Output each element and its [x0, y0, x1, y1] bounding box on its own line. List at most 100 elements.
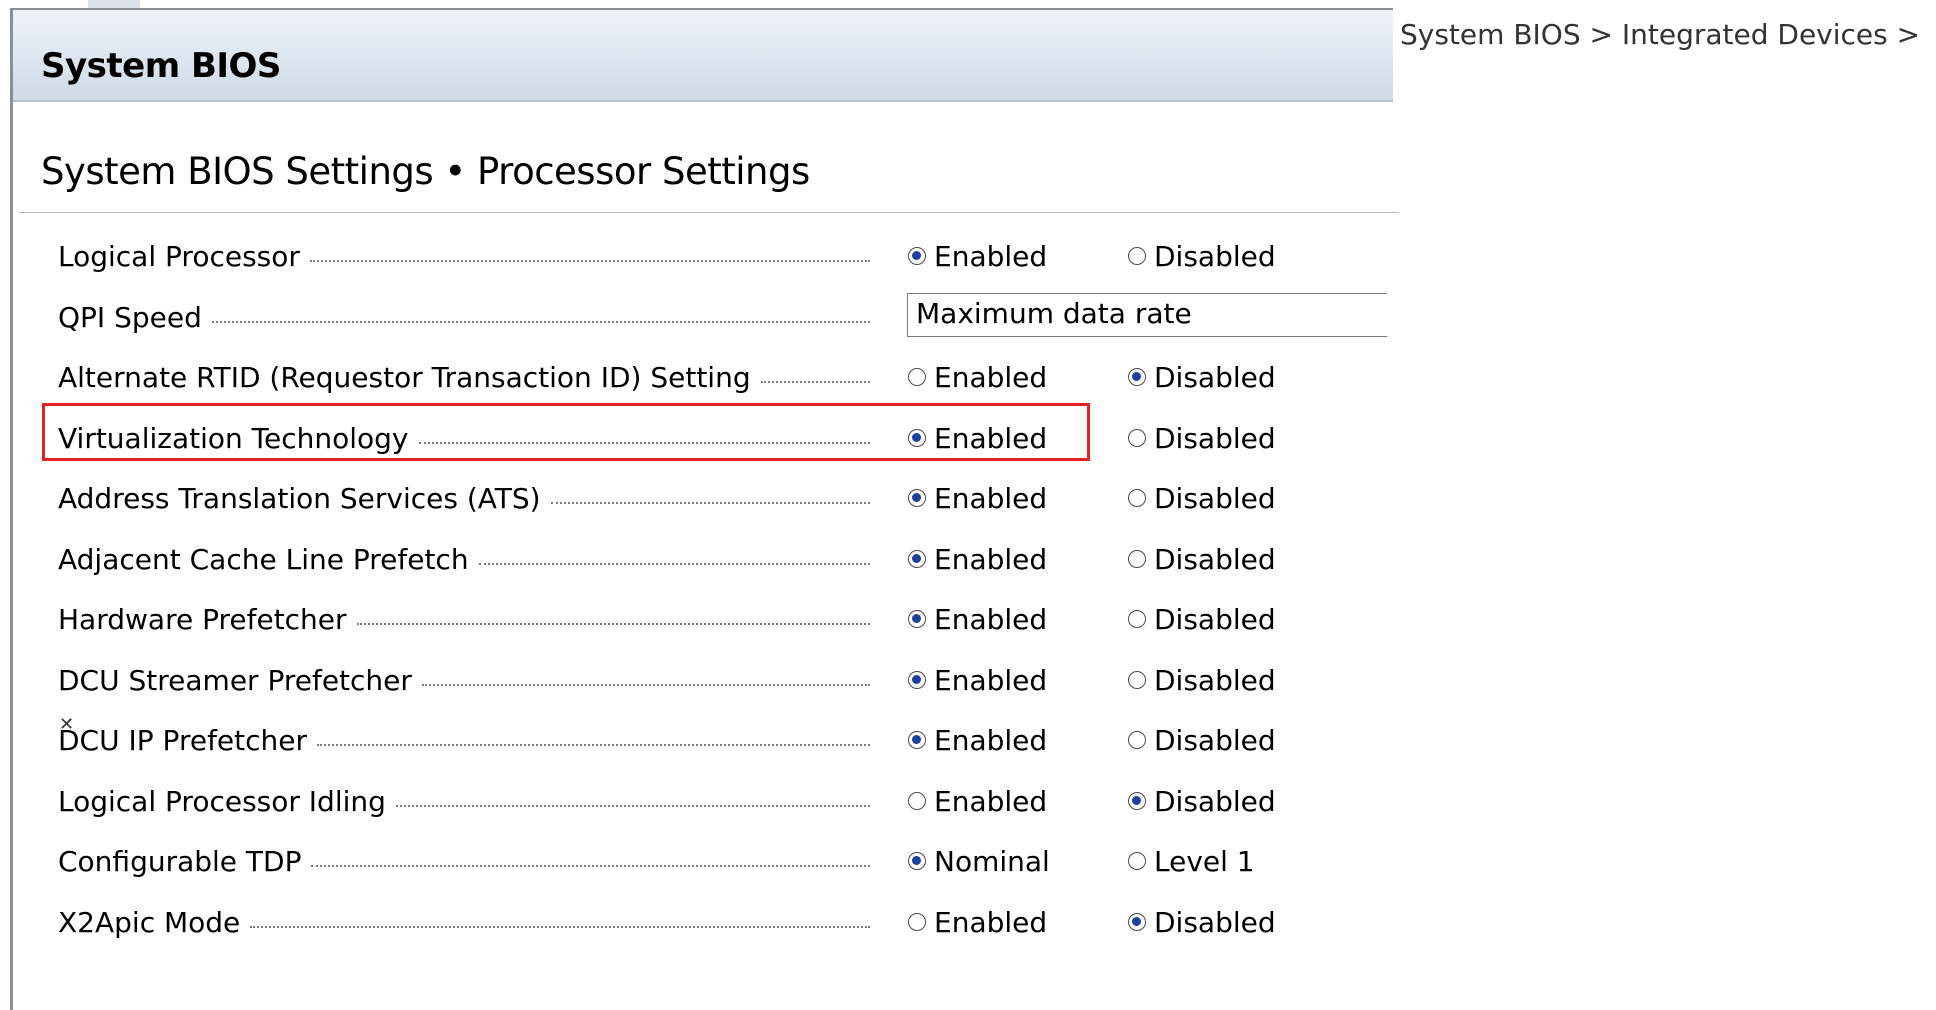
- radio-unchecked-icon[interactable]: [1128, 610, 1146, 628]
- radio-option[interactable]: Nominal: [908, 841, 1050, 881]
- radio-checked-icon[interactable]: [908, 489, 926, 507]
- radio-unchecked-icon[interactable]: [1128, 852, 1146, 870]
- radio-option-label: Enabled: [934, 905, 1048, 939]
- radio-option[interactable]: Enabled: [908, 902, 1047, 942]
- radio-option[interactable]: Enabled: [908, 478, 1047, 518]
- setting-row: Adjacent Cache Line Prefetch Enabled Disab…: [0, 531, 1380, 587]
- radio-unchecked-icon[interactable]: [1128, 247, 1146, 265]
- radio-option-label: Disabled: [1154, 542, 1276, 576]
- radio-option[interactable]: Disabled: [1128, 781, 1276, 821]
- setting-label: Logical Processor Idling: [58, 784, 386, 818]
- radio-unchecked-icon[interactable]: [1128, 731, 1146, 749]
- setting-label-row: Address Translation Services (ATS): [58, 478, 870, 518]
- dotted-leader: [395, 805, 870, 807]
- section-title: System BIOS Settings • Processor Setting…: [41, 150, 810, 193]
- radio-option-label: Disabled: [1154, 239, 1276, 273]
- radio-option-label: Enabled: [934, 784, 1048, 818]
- section-divider: [19, 212, 1399, 213]
- radio-checked-icon[interactable]: [908, 671, 926, 689]
- setting-label: QPI Speed: [58, 300, 202, 334]
- setting-label: Configurable TDP: [58, 844, 302, 878]
- radio-checked-icon[interactable]: [1128, 792, 1146, 810]
- radio-option-label: Enabled: [934, 663, 1048, 697]
- qpi-speed-select[interactable]: Maximum data rate: [907, 293, 1387, 337]
- radio-checked-icon[interactable]: [908, 731, 926, 749]
- radio-option-label: Disabled: [1154, 723, 1276, 757]
- radio-checked-icon[interactable]: [1128, 368, 1146, 386]
- dotted-leader: [760, 381, 870, 383]
- setting-row: DCU Streamer Prefetcher Enabled Disabled: [0, 652, 1380, 708]
- setting-row: QPI Speed Maximum data rate: [0, 289, 1387, 345]
- radio-option-label: Level 1: [1154, 844, 1255, 878]
- radio-option[interactable]: Disabled: [1128, 720, 1276, 760]
- setting-label-row: Alternate RTID (Requestor Transaction ID…: [58, 357, 870, 397]
- breadcrumb[interactable]: System BIOS > Integrated Devices >: [1400, 18, 1920, 51]
- radio-option[interactable]: Disabled: [1128, 418, 1276, 458]
- radio-option[interactable]: Disabled: [1128, 660, 1276, 700]
- radio-unchecked-icon[interactable]: [908, 913, 926, 931]
- setting-label: Logical Processor: [58, 239, 300, 273]
- radio-option-label: Disabled: [1154, 421, 1276, 455]
- radio-option-label: Disabled: [1154, 602, 1276, 636]
- radio-unchecked-icon[interactable]: [908, 792, 926, 810]
- mouse-cursor-icon: ✕: [59, 714, 75, 735]
- radio-option[interactable]: Disabled: [1128, 357, 1276, 397]
- setting-label-row: X2Apic Mode: [58, 902, 870, 942]
- setting-label-row: QPI Speed: [58, 297, 870, 337]
- radio-option[interactable]: Disabled: [1128, 236, 1276, 276]
- setting-label: X2Apic Mode: [58, 905, 241, 939]
- radio-option-label: Disabled: [1154, 663, 1276, 697]
- setting-label-row: DCU Streamer Prefetcher: [58, 660, 870, 700]
- dotted-leader: [311, 865, 870, 867]
- setting-label: Adjacent Cache Line Prefetch: [58, 542, 469, 576]
- radio-unchecked-icon[interactable]: [1128, 671, 1146, 689]
- setting-row: Logical Processor Idling Enabled Disabled: [0, 773, 1380, 829]
- dotted-leader: [317, 744, 870, 746]
- radio-option-label: Disabled: [1154, 784, 1276, 818]
- radio-option[interactable]: Enabled: [908, 236, 1047, 276]
- radio-option[interactable]: Enabled: [908, 781, 1047, 821]
- setting-row: Hardware Prefetcher Enabled Disabled: [0, 591, 1380, 647]
- setting-row: Address Translation Services (ATS) Enable…: [0, 470, 1380, 526]
- setting-label-row: Hardware Prefetcher: [58, 599, 870, 639]
- setting-label-row: Configurable TDP: [58, 841, 870, 881]
- radio-unchecked-icon[interactable]: [1128, 429, 1146, 447]
- radio-option[interactable]: Enabled: [908, 357, 1047, 397]
- radio-option-label: Enabled: [934, 602, 1048, 636]
- radio-unchecked-icon[interactable]: [1128, 550, 1146, 568]
- radio-option-label: Enabled: [934, 723, 1048, 757]
- radio-option[interactable]: Enabled: [908, 599, 1047, 639]
- radio-option[interactable]: Enabled: [908, 720, 1047, 760]
- radio-option-label: Disabled: [1154, 481, 1276, 515]
- radio-option-label: Enabled: [934, 481, 1048, 515]
- setting-label: DCU IP Prefetcher: [58, 723, 308, 757]
- radio-option[interactable]: Disabled: [1128, 478, 1276, 518]
- setting-label: Address Translation Services (ATS): [58, 481, 541, 515]
- radio-checked-icon[interactable]: [1128, 913, 1146, 931]
- radio-checked-icon[interactable]: [908, 247, 926, 265]
- radio-checked-icon[interactable]: [908, 852, 926, 870]
- radio-checked-icon[interactable]: [908, 610, 926, 628]
- dotted-leader: [421, 684, 870, 686]
- setting-label-row: Logical Processor: [58, 236, 870, 276]
- dotted-leader: [478, 563, 870, 565]
- radio-option[interactable]: Level 1: [1128, 841, 1255, 881]
- virtualization-highlight-box: [42, 403, 1090, 461]
- panel-title: System BIOS: [41, 46, 281, 86]
- radio-checked-icon[interactable]: [908, 550, 926, 568]
- radio-option-label: Enabled: [934, 542, 1048, 576]
- radio-option[interactable]: Disabled: [1128, 902, 1276, 942]
- radio-option[interactable]: Disabled: [1128, 539, 1276, 579]
- setting-row: DCU IP Prefetcher Enabled Disabled: [0, 712, 1380, 768]
- radio-unchecked-icon[interactable]: [1128, 489, 1146, 507]
- setting-row: X2Apic Mode Enabled Disabled: [0, 894, 1380, 950]
- radio-option[interactable]: Enabled: [908, 660, 1047, 700]
- panel-header: System BIOS: [13, 10, 1393, 102]
- radio-unchecked-icon[interactable]: [908, 368, 926, 386]
- radio-option-label: Enabled: [934, 239, 1048, 273]
- radio-option-label: Nominal: [934, 844, 1050, 878]
- dotted-leader: [356, 623, 870, 625]
- radio-option[interactable]: Enabled: [908, 539, 1047, 579]
- radio-option[interactable]: Disabled: [1128, 599, 1276, 639]
- setting-row: Configurable TDP Nominal Level 1: [0, 833, 1380, 889]
